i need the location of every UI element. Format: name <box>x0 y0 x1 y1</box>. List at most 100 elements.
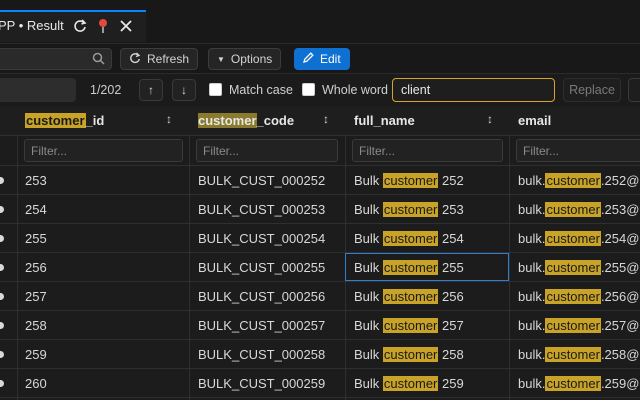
table-row[interactable]: 259 BULK_CUST_000258 Bulk customer 258 bulk… <box>0 340 640 369</box>
match-highlight: customer <box>545 260 601 275</box>
cell-customer-id[interactable]: 256 <box>25 260 47 275</box>
cell-full-name[interactable]: Bulk customer 257 <box>354 318 464 333</box>
caret-down-icon: ▼ <box>217 54 225 64</box>
replace-button[interactable]: Replace <box>563 78 621 102</box>
selected-cell-outline <box>345 253 509 281</box>
cell-customer-id[interactable]: 255 <box>25 231 47 246</box>
edit-button[interactable]: Edit <box>294 48 350 70</box>
match-highlight: customer <box>382 376 439 391</box>
row-indicator-dot[interactable] <box>0 264 4 271</box>
cell-email[interactable]: bulk.customer.254@ <box>518 231 639 246</box>
table-row[interactable]: 254 BULK_CUST_000253 Bulk customer 253 bulk… <box>0 195 640 224</box>
cell-customer-code[interactable]: BULK_CUST_000252 <box>198 173 325 188</box>
pencil-icon <box>303 52 314 66</box>
cell-customer-id[interactable]: 258 <box>25 318 47 333</box>
row-indicator-dot[interactable] <box>0 380 4 387</box>
cell-customer-id[interactable]: 254 <box>25 202 47 217</box>
search-input[interactable] <box>0 48 112 70</box>
match-highlight: customer <box>382 347 439 362</box>
cell-email[interactable]: bulk.customer.255@ <box>518 260 639 275</box>
row-indicator-dot[interactable] <box>0 351 4 358</box>
column-header-customer-id[interactable]: customer_id <box>25 113 104 128</box>
row-indicator-dot[interactable] <box>0 322 4 329</box>
match-case-label: Match case <box>229 83 293 97</box>
cell-full-name[interactable]: Bulk customer 254 <box>354 231 464 246</box>
cell-customer-code[interactable]: BULK_CUST_000253 <box>198 202 325 217</box>
options-button[interactable]: ▼ Options <box>208 48 282 70</box>
match-case-checkbox[interactable] <box>209 83 222 96</box>
tab-title: PP • Result <box>0 18 64 33</box>
options-label: Options <box>230 52 273 66</box>
filter-input-email[interactable]: Filter... <box>516 139 640 162</box>
result-tab[interactable]: PP • Result <box>0 10 146 42</box>
cell-email[interactable]: bulk.customer.253@ <box>518 202 639 217</box>
match-highlight: customer <box>545 231 601 246</box>
row-indicator-dot[interactable] <box>0 177 4 184</box>
find-input[interactable]: client <box>392 78 555 102</box>
pin-icon[interactable] <box>95 18 111 34</box>
cell-email[interactable]: bulk.customer.259@ <box>518 376 639 391</box>
match-highlight: customer <box>382 202 439 217</box>
tab-bar: PP • Result <box>0 0 640 44</box>
row-indicator-dot[interactable] <box>0 235 4 242</box>
close-icon[interactable] <box>118 18 134 34</box>
filter-input-customer-id[interactable]: Filter... <box>24 139 183 162</box>
find-collapse-control[interactable] <box>0 78 76 102</box>
table-row[interactable]: 255 BULK_CUST_000254 Bulk customer 254 bulk… <box>0 224 640 253</box>
sort-icon[interactable]: ↕ <box>166 112 172 126</box>
cell-full-name[interactable]: Bulk customer 258 <box>354 347 464 362</box>
cell-customer-code[interactable]: BULK_CUST_000256 <box>198 289 325 304</box>
filter-row: Filter... Filter... Filter... Filter... <box>0 136 640 166</box>
cell-customer-code[interactable]: BULK_CUST_000254 <box>198 231 325 246</box>
match-highlight: customer <box>545 376 601 391</box>
cell-full-name[interactable]: Bulk customer 256 <box>354 289 464 304</box>
cell-full-name[interactable]: Bulk customer 252 <box>354 173 464 188</box>
cell-customer-id[interactable]: 259 <box>25 347 47 362</box>
table-row[interactable]: 260 BULK_CUST_000259 Bulk customer 259 bulk… <box>0 369 640 398</box>
row-indicator-dot[interactable] <box>0 293 4 300</box>
cell-customer-code[interactable]: BULK_CUST_000258 <box>198 347 325 362</box>
filter-input-full-name[interactable]: Filter... <box>352 139 503 162</box>
row-indicator-dot[interactable] <box>0 206 4 213</box>
refresh-button[interactable]: Refresh <box>120 48 199 70</box>
filter-input-customer-code[interactable]: Filter... <box>196 139 338 162</box>
column-header-full-name[interactable]: full_name <box>354 113 415 128</box>
table-row[interactable]: 258 BULK_CUST_000257 Bulk customer 257 bulk… <box>0 311 640 340</box>
cell-full-name[interactable]: Bulk customer 253 <box>354 202 464 217</box>
previous-match-button[interactable]: ↑ <box>139 79 163 101</box>
cell-customer-id[interactable]: 253 <box>25 173 47 188</box>
cell-customer-code[interactable]: BULK_CUST_000255 <box>198 260 325 275</box>
whole-word-checkbox[interactable] <box>302 83 315 96</box>
cell-email[interactable]: bulk.customer.252@ <box>518 173 639 188</box>
whole-word-label: Whole word <box>322 83 388 97</box>
sort-icon[interactable]: ↕ <box>487 112 493 126</box>
table-row[interactable]: 257 BULK_CUST_000256 Bulk customer 256 bulk… <box>0 282 640 311</box>
column-header-email[interactable]: email <box>518 113 551 128</box>
arrow-up-icon: ↑ <box>148 83 154 97</box>
cell-customer-code[interactable]: BULK_CUST_000259 <box>198 376 325 391</box>
cell-customer-id[interactable]: 257 <box>25 289 47 304</box>
column-header-customer-code[interactable]: customer_code <box>198 113 294 128</box>
cell-customer-id[interactable]: 260 <box>25 376 47 391</box>
replace-all-button[interactable] <box>628 78 640 102</box>
header-row: customer_id ↕ customer_code ↕ full_name … <box>0 106 640 136</box>
cell-email[interactable]: bulk.customer.258@ <box>518 347 639 362</box>
sort-icon[interactable]: ↕ <box>323 112 329 126</box>
match-highlight: customer <box>382 289 439 304</box>
refresh-label: Refresh <box>147 52 190 66</box>
table-row[interactable]: 253 BULK_CUST_000252 Bulk customer 252 bulk… <box>0 166 640 195</box>
cell-full-name[interactable]: Bulk customer 259 <box>354 376 464 391</box>
match-highlight: customer <box>545 202 601 217</box>
search-icon <box>92 52 105 68</box>
results-grid: customer_id ↕ customer_code ↕ full_name … <box>0 106 640 400</box>
cell-customer-code[interactable]: BULK_CUST_000257 <box>198 318 325 333</box>
match-highlight: customer <box>545 173 601 188</box>
cell-email[interactable]: bulk.customer.256@ <box>518 289 639 304</box>
match-count: 1/202 <box>90 83 122 97</box>
edit-label: Edit <box>320 52 341 66</box>
match-highlight: customer <box>382 173 439 188</box>
refresh-icon[interactable] <box>72 18 88 34</box>
next-match-button[interactable]: ↓ <box>172 79 196 101</box>
table-row[interactable]: 256 BULK_CUST_000255 Bulk customer 255 bulk… <box>0 253 640 282</box>
cell-email[interactable]: bulk.customer.257@ <box>518 318 639 333</box>
